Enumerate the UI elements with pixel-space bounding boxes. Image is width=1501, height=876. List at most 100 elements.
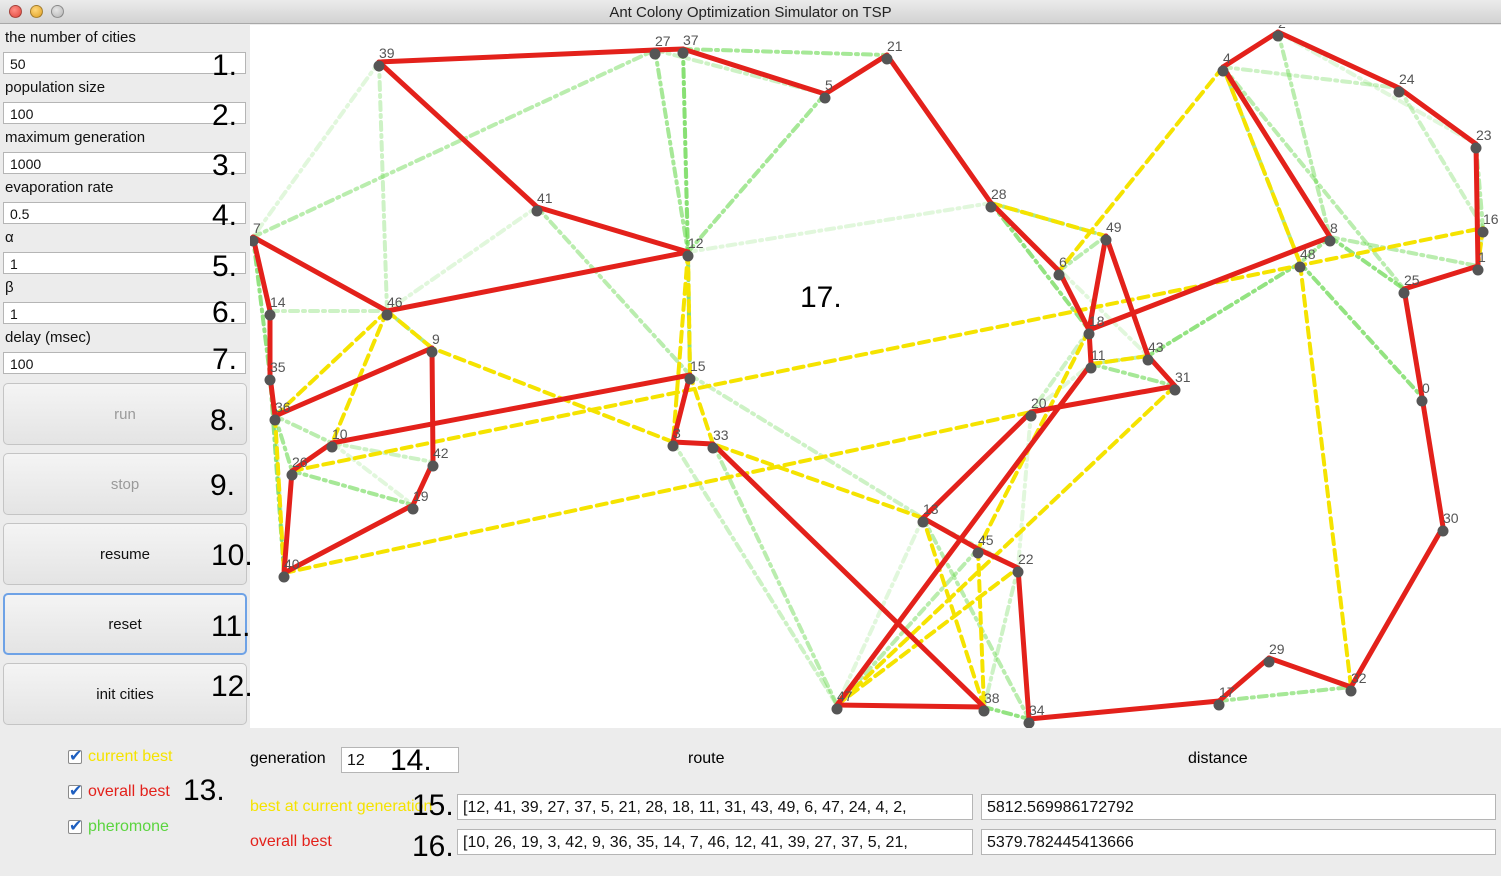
city-dot bbox=[373, 60, 385, 72]
evaporation-rate-label: evaporation rate bbox=[5, 179, 114, 196]
callout-marker: 10. bbox=[211, 539, 253, 572]
callout-marker: 13. bbox=[183, 774, 225, 807]
city-dot bbox=[682, 250, 694, 262]
app-window: Ant Colony Optimization Simulator on TSP… bbox=[0, 0, 1501, 876]
max-generation-input[interactable]: 1000 bbox=[3, 152, 246, 174]
city-label: 23 bbox=[1476, 127, 1492, 143]
evaporation-rate-input[interactable]: 0.5 bbox=[3, 202, 246, 224]
city-dot bbox=[1416, 395, 1428, 407]
current-best-edge bbox=[711, 442, 925, 520]
city-label: 18 bbox=[1089, 313, 1105, 329]
city-label: 3 bbox=[673, 425, 681, 441]
city-dot bbox=[1169, 384, 1181, 396]
pheromone-edge bbox=[1276, 30, 1478, 146]
city-label: 31 bbox=[1175, 369, 1191, 385]
city-label: 11 bbox=[1091, 347, 1106, 363]
pheromone-edge bbox=[377, 60, 389, 313]
overall-best-edge bbox=[1396, 85, 1479, 147]
city-label: 25 bbox=[1404, 272, 1420, 288]
callout-marker: 15. bbox=[412, 789, 454, 822]
current-best-route-field: [12, 41, 39, 27, 37, 5, 21, 28, 18, 11, … bbox=[457, 794, 973, 820]
overall-best-edge bbox=[1220, 29, 1281, 70]
current-best-edge bbox=[1057, 65, 1225, 273]
city-label: 28 bbox=[991, 186, 1007, 202]
callout-marker: 14. bbox=[390, 744, 432, 777]
current-best-row-label: best at current generation bbox=[250, 798, 433, 815]
city-dot bbox=[881, 53, 893, 65]
city-dot bbox=[278, 571, 290, 583]
current-best-toggle[interactable]: current best bbox=[68, 746, 172, 766]
city-dot bbox=[264, 309, 276, 321]
city-dot bbox=[531, 205, 543, 217]
current-best-route bbox=[251, 65, 1485, 721]
current-best-edge bbox=[273, 309, 389, 418]
overall-best-row-label: overall best bbox=[250, 833, 332, 850]
overall-best-edge bbox=[376, 59, 540, 210]
city-dot bbox=[1083, 328, 1095, 340]
callout-marker: 16. bbox=[412, 830, 454, 863]
pheromone-toggle[interactable]: pheromone bbox=[68, 816, 169, 836]
city-dot bbox=[1470, 142, 1482, 154]
overall-best-edge bbox=[281, 502, 416, 576]
pheromone-edge bbox=[1397, 86, 1485, 230]
city-label: 7 bbox=[253, 220, 261, 236]
overall-best-route bbox=[250, 29, 1481, 722]
route-column-header: route bbox=[688, 750, 725, 767]
beta-input[interactable]: 1 bbox=[3, 302, 246, 324]
overall-best-edge bbox=[1015, 565, 1032, 722]
city-dot bbox=[1012, 566, 1024, 578]
overall-best-route-field: [10, 26, 19, 3, 42, 9, 36, 35, 14, 7, 46… bbox=[457, 829, 973, 855]
callout-marker: 6. bbox=[212, 296, 238, 329]
checkbox-icon[interactable] bbox=[68, 781, 82, 801]
overall-best-toggle[interactable]: overall best bbox=[68, 781, 170, 801]
pheromone-edge bbox=[1016, 410, 1033, 570]
city-label: 10 bbox=[332, 426, 348, 442]
current-best-distance-field: 5812.569986172792 bbox=[981, 794, 1496, 820]
city-dot bbox=[381, 309, 393, 321]
city-dot bbox=[1477, 226, 1489, 238]
pheromone-edge bbox=[686, 92, 827, 254]
distance-column-header: distance bbox=[1188, 750, 1248, 767]
city-dot bbox=[1437, 525, 1449, 537]
cities-count-label: the number of cities bbox=[5, 29, 136, 46]
city-label: 17 bbox=[1219, 684, 1235, 700]
city-label: 24 bbox=[1399, 71, 1415, 87]
city-label: 35 bbox=[270, 359, 286, 375]
overall-best-edge bbox=[822, 52, 890, 97]
checkbox-icon[interactable] bbox=[68, 816, 82, 836]
city-label: 12 bbox=[688, 235, 704, 251]
delay-input[interactable]: 100 bbox=[3, 352, 246, 374]
city-dot bbox=[1100, 234, 1112, 246]
current-best-edge bbox=[430, 346, 675, 444]
max-generation-label: maximum generation bbox=[5, 129, 146, 146]
city-dot bbox=[1393, 86, 1405, 98]
pheromone-toggle-label: pheromone bbox=[88, 818, 169, 835]
callout-marker: 8. bbox=[210, 404, 236, 437]
city-label: 38 bbox=[984, 690, 1000, 706]
city-dot bbox=[1324, 235, 1336, 247]
city-label: 14 bbox=[270, 294, 286, 310]
tsp-canvas[interactable]: 39 27 37 5 21 41 12 28 49 6 18 11 43 31 20 15 3 33 7 14 46 9 3… bbox=[250, 25, 1501, 728]
city-dot bbox=[707, 442, 719, 454]
city-dot bbox=[1272, 30, 1284, 42]
alpha-input[interactable]: 1 bbox=[3, 252, 246, 274]
city-node: 49 bbox=[1100, 219, 1122, 246]
checkbox-icon[interactable] bbox=[68, 746, 82, 766]
pheromone-edge bbox=[681, 47, 889, 57]
pheromone-edges bbox=[251, 30, 1485, 721]
city-dot bbox=[978, 705, 990, 717]
city-label: 48 bbox=[1300, 246, 1316, 262]
pheromone-edge bbox=[1217, 685, 1353, 703]
overall-best-edge bbox=[1473, 141, 1481, 269]
population-size-input[interactable]: 100 bbox=[3, 102, 246, 124]
cities-count-input[interactable]: 50 bbox=[3, 52, 246, 74]
pheromone-edge bbox=[251, 60, 381, 239]
city-label: 29 bbox=[1269, 641, 1285, 657]
city-dot bbox=[985, 201, 997, 213]
overall-best-edge bbox=[1220, 64, 1333, 240]
city-label: 27 bbox=[655, 33, 671, 49]
pheromone-edge bbox=[711, 442, 839, 707]
generation-label: generation bbox=[250, 750, 326, 767]
city-label: 2 bbox=[1278, 25, 1286, 31]
city-dot bbox=[667, 440, 679, 452]
